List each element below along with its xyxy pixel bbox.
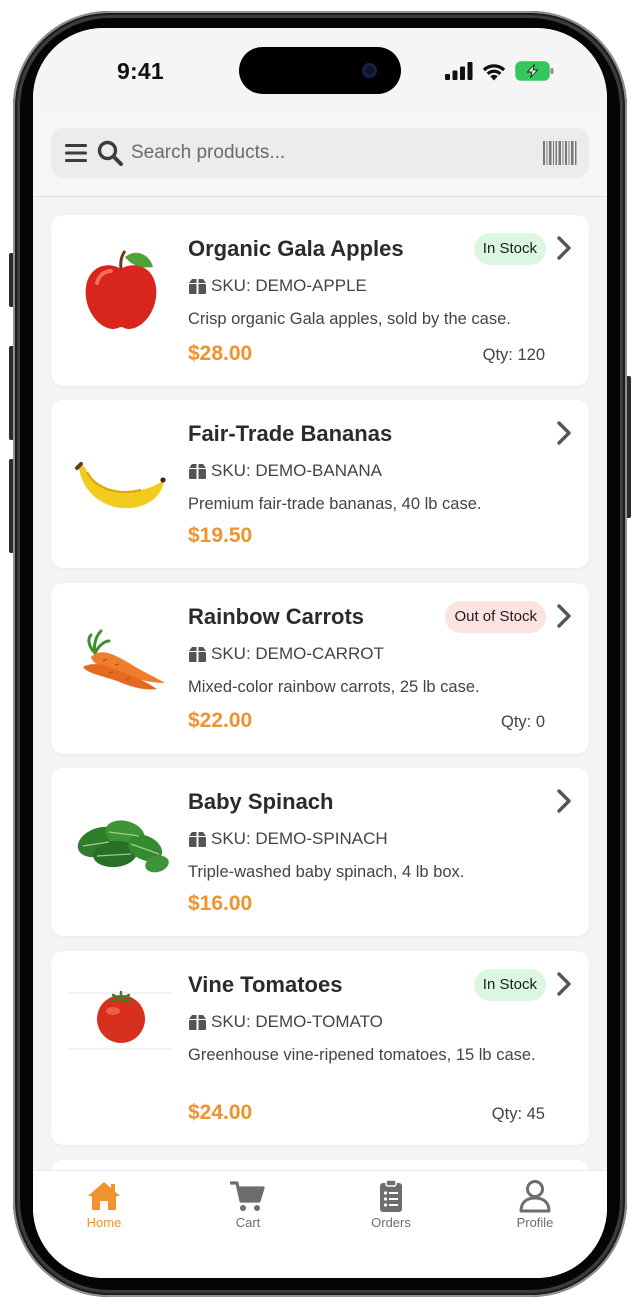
cellular-signal-icon <box>445 62 473 80</box>
tab-label: Home <box>86 1215 122 1230</box>
box-icon <box>189 646 206 662</box>
product-list: Organic Gala Apples In Stock SKU: DEMO-A… <box>33 198 607 1170</box>
apple-image <box>85 250 157 329</box>
sku-text: SKU: DEMO-CARROT <box>211 644 384 663</box>
tab-home[interactable]: Home <box>54 1179 154 1239</box>
chevron-right-icon[interactable] <box>555 971 573 997</box>
sku-text: SKU: DEMO-SPINACH <box>211 829 388 848</box>
product-name: Vine Tomatoes <box>188 972 343 997</box>
tab-label: Orders <box>371 1215 411 1230</box>
app-screen: 9:41 Search products... Organic Gala App… <box>33 28 607 1278</box>
product-sku: SKU: DEMO-TOMATO <box>188 1012 383 1032</box>
product-price: $16.00 <box>188 892 253 915</box>
product-price: $19.50 <box>188 524 253 547</box>
chevron-right-icon[interactable] <box>555 788 573 814</box>
tab-label: Cart <box>235 1215 261 1230</box>
product-price: $22.00 <box>188 709 253 732</box>
chevron-right-icon[interactable] <box>555 420 573 446</box>
spinach-image <box>77 820 169 873</box>
tab-bar: Home Cart Orders Profile <box>33 1170 607 1278</box>
clipboard-icon <box>380 1179 402 1212</box>
product-description: Mixed-color rainbow carrots, 25 lb case. <box>188 678 480 696</box>
product-card[interactable] <box>51 1160 589 1170</box>
product-sku: SKU: DEMO-APPLE <box>188 276 367 296</box>
product-sku: SKU: DEMO-BANANA <box>188 461 382 481</box>
status-icons <box>445 61 555 81</box>
stock-badge: Out of Stock <box>445 601 546 633</box>
status-bar: 9:41 <box>33 28 607 114</box>
product-description: Triple-washed baby spinach, 4 lb box. <box>188 863 465 881</box>
product-card[interactable]: Rainbow Carrots Out of Stock SKU: DEMO-C… <box>51 583 589 754</box>
box-icon <box>189 278 206 294</box>
product-description: Premium fair-trade bananas, 40 lb case. <box>188 495 482 513</box>
sku-text: SKU: DEMO-BANANA <box>211 461 382 480</box>
home-icon <box>88 1182 120 1210</box>
search-icon <box>97 140 123 166</box>
barcode-scan-icon[interactable] <box>543 140 577 166</box>
search-header <box>33 114 607 197</box>
product-description: Greenhouse vine-ripened tomatoes, 15 lb … <box>188 1046 536 1064</box>
stock-badge: In Stock <box>473 969 546 1001</box>
box-icon <box>189 831 206 847</box>
chevron-right-icon[interactable] <box>555 235 573 261</box>
tab-orders[interactable]: Orders <box>341 1179 441 1239</box>
product-qty: Qty: 45 <box>491 1105 545 1123</box>
product-name: Baby Spinach <box>188 789 334 814</box>
product-card[interactable]: Vine Tomatoes In Stock SKU: DEMO-TOMATO … <box>51 951 589 1145</box>
menu-icon[interactable] <box>64 140 90 166</box>
tomato-image <box>69 991 173 1050</box>
wifi-icon <box>482 63 506 80</box>
search-input[interactable] <box>131 136 531 170</box>
search-bar <box>51 128 589 178</box>
dynamic-island <box>239 47 401 94</box>
stock-badge: In Stock <box>473 233 546 265</box>
product-qty: Qty: 0 <box>500 713 545 731</box>
camera-icon <box>362 63 377 78</box>
product-name: Organic Gala Apples <box>188 236 404 261</box>
product-card[interactable]: Organic Gala Apples In Stock SKU: DEMO-A… <box>51 215 589 386</box>
box-icon <box>189 463 206 479</box>
product-qty: Qty: 120 <box>482 346 545 364</box>
banana-image <box>75 462 166 509</box>
product-card[interactable]: Baby Spinach SKU: DEMO-SPINACH Triple-wa… <box>51 768 589 936</box>
sku-text: SKU: DEMO-APPLE <box>211 276 367 295</box>
cart-icon <box>230 1181 265 1211</box>
product-name: Fair-Trade Bananas <box>188 421 393 446</box>
tab-profile[interactable]: Profile <box>485 1179 585 1239</box>
carrot-image <box>83 629 165 690</box>
chevron-right-icon[interactable] <box>555 603 573 629</box>
box-icon <box>189 1014 206 1030</box>
product-name: Rainbow Carrots <box>188 604 365 629</box>
product-sku: SKU: DEMO-SPINACH <box>188 829 388 849</box>
person-icon <box>519 1180 551 1213</box>
product-sku: SKU: DEMO-CARROT <box>188 644 384 664</box>
status-time: 9:41 <box>117 58 164 84</box>
product-description: Crisp organic Gala apples, sold by the c… <box>188 310 511 328</box>
product-price: $28.00 <box>188 342 253 365</box>
product-card[interactable]: Fair-Trade Bananas SKU: DEMO-BANANA Prem… <box>51 400 589 568</box>
product-price: $24.00 <box>188 1101 253 1124</box>
battery-icon <box>515 61 554 81</box>
tab-cart[interactable]: Cart <box>198 1179 298 1239</box>
sku-text: SKU: DEMO-TOMATO <box>211 1012 383 1031</box>
tab-label: Profile <box>516 1215 554 1230</box>
